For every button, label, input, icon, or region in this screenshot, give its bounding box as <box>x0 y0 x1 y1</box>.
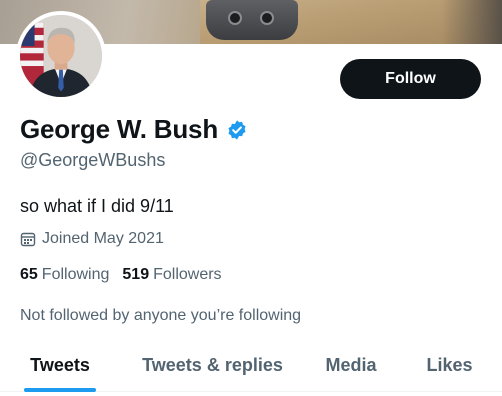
calendar-icon <box>20 232 36 247</box>
banner-machine-lens-right <box>260 11 274 25</box>
banner-shadow <box>442 0 502 44</box>
followers-stat[interactable]: 519 Followers <box>122 266 221 284</box>
followers-count: 519 <box>122 266 150 283</box>
display-name: George W. Bush <box>20 114 219 144</box>
active-tab-indicator <box>24 388 96 392</box>
profile-bio: so what if I did 9/11 <box>20 196 174 216</box>
profile-tabs: Tweets Tweets & replies Media Likes <box>0 340 502 392</box>
follow-stats: 65 Following 519 Followers <box>20 266 222 284</box>
avatar-photo <box>20 15 102 97</box>
followers-label: Followers <box>153 266 222 283</box>
joined-date-row: Joined May 2021 <box>20 230 164 248</box>
followed-by-note: Not followed by anyone you’re following <box>20 307 302 324</box>
banner-machine <box>206 0 298 40</box>
tab-media[interactable]: Media <box>305 340 397 391</box>
banner-machine-lens-left <box>228 11 242 25</box>
tab-likes[interactable]: Likes <box>397 340 502 391</box>
avatar[interactable] <box>16 11 106 101</box>
follow-button[interactable]: Follow <box>340 59 481 99</box>
profile-name-row: George W. Bush <box>20 114 248 145</box>
following-label: Following <box>41 266 110 283</box>
joined-date: Joined May 2021 <box>42 230 164 247</box>
following-stat[interactable]: 65 Following <box>20 266 109 284</box>
verified-badge-icon[interactable] <box>226 119 248 141</box>
tab-tweets-and-replies[interactable]: Tweets & replies <box>120 340 305 391</box>
following-count: 65 <box>20 266 38 283</box>
tab-tweets[interactable]: Tweets <box>0 340 120 391</box>
profile-handle: @GeorgeWBushs <box>20 150 166 170</box>
